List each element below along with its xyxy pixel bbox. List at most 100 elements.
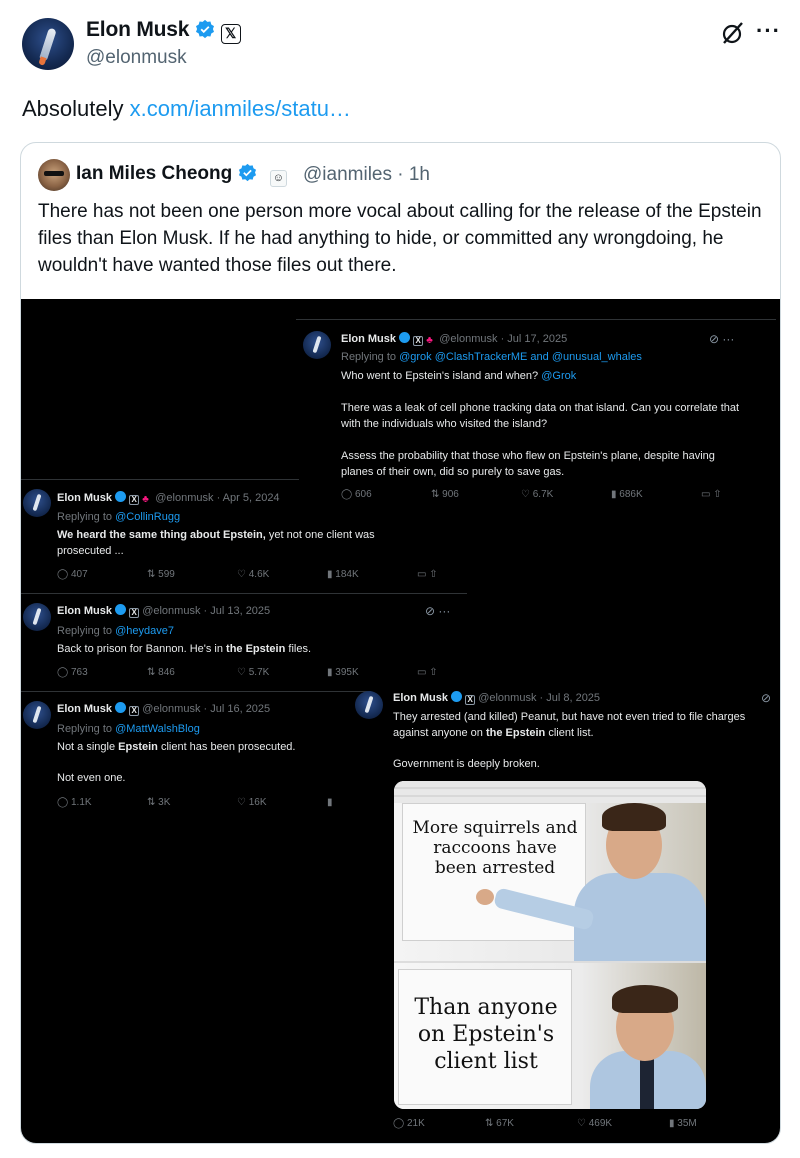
verified-badge-icon [451, 691, 463, 702]
divider [296, 319, 776, 320]
quoted-author-name[interactable]: Ian Miles Cheong [76, 163, 232, 184]
stat-reposts: 599 [158, 569, 175, 580]
quoted-handle-time[interactable]: @ianmiles · 1h [303, 164, 430, 186]
meme-panel-bottom: Than anyone on Epstein's client list [394, 963, 706, 1109]
verified-badge-icon [115, 702, 127, 713]
verified-badge-icon [399, 332, 411, 343]
whiteboard: Than anyone on Epstein's client list [398, 969, 572, 1105]
stat-views: 184K [335, 569, 359, 580]
tweet1-text: Who went to Epstein's island and when? @… [341, 368, 741, 480]
grok-badge-icon: ♣ [426, 335, 433, 346]
stat-likes: 16K [248, 797, 267, 808]
grok-icon[interactable] [720, 20, 746, 46]
tweet3-header: Elon Musk X @elonmusk · Jul 13, 2025 [57, 604, 270, 618]
verified-badge-icon [195, 19, 214, 39]
t2-bold: We heard the same thing about Epstein, [57, 529, 266, 541]
mini-avatar [23, 489, 51, 517]
tweet4-header: Elon Musk X @elonmusk · Jul 16, 2025 [57, 702, 270, 716]
tweet2-text: We heard the same thing about Epstein, y… [57, 527, 417, 559]
t1-para2: There was a leak of cell phone tracking … [341, 402, 740, 430]
x-badge-icon: X [129, 495, 140, 505]
tweet2-header: Elon Musk X ♣ @elonmusk · Apr 5, 2024 [57, 491, 280, 505]
tweet3-text: Back to prison for Bannon. He's in the E… [57, 641, 417, 657]
shirt [574, 873, 706, 961]
grok-badge-icon: ♣ [142, 494, 149, 505]
stat-reposts: 906 [442, 489, 459, 500]
tweet5-grok-icon: ⊘ [761, 691, 772, 705]
stat-likes: 5.7K [248, 667, 270, 678]
mini-avatar [23, 603, 51, 631]
mini-avatar [303, 331, 331, 359]
tweet3-reply-to: @heydave7 [115, 625, 174, 637]
tweet2-meta: @elonmusk · Apr 5, 2024 [155, 492, 280, 504]
t4-d: Not even one. [57, 772, 126, 784]
tweet5-text: They arrested (and killed) Peanut, but h… [393, 709, 780, 772]
reply-prefix: Replying to [57, 511, 116, 523]
stat-views: 686K [619, 489, 643, 500]
verified-badge-icon [238, 163, 256, 182]
more-options-icon[interactable]: ··· [756, 18, 781, 44]
stat-reposts: 67K [496, 1118, 514, 1129]
t3-b: the Epstein [226, 643, 286, 655]
t1-line1: Who went to Epstein's island and when? [341, 370, 542, 382]
reply-prefix: Replying to [57, 625, 116, 637]
author-name[interactable]: Elon Musk [86, 18, 189, 41]
hair [602, 803, 666, 831]
tweet3-more-icons: ⊘ ··· [425, 604, 451, 618]
tweet1-reply-to: @grok @ClashTrackerME and @unusual_whale… [399, 351, 642, 363]
x-badge-icon: X [465, 695, 476, 705]
reply-prefix: Replying to [341, 351, 400, 363]
t4-c: client has been prosecuted. [157, 741, 296, 753]
tweet4-meta: @elonmusk · Jul 16, 2025 [142, 703, 271, 715]
verified-badge-icon [115, 491, 127, 502]
x-badge-icon: X [129, 608, 140, 618]
tweet4-reply: Replying to @MattWalshBlog [57, 723, 200, 735]
quoted-author-name-row[interactable]: Ian Miles Cheong ☺ [76, 163, 287, 187]
divider [21, 593, 467, 594]
quoted-author-avatar[interactable] [38, 159, 70, 191]
quoted-link[interactable]: x.com/ianmiles/statu… [130, 96, 351, 121]
t5-d: Government is deeply broken. [393, 758, 540, 770]
tweet1-more-icons: ⊘ ··· [709, 332, 735, 346]
stat-replies: 21K [406, 1118, 425, 1129]
reply-prefix: Replying to [57, 723, 116, 735]
mini-avatar [23, 701, 51, 729]
mini-avatar [355, 691, 383, 719]
meme-image: More squirrels and raccoons have been ar… [394, 781, 706, 1109]
stat-replies: 407 [70, 569, 88, 580]
tweet2-reply: Replying to @CollinRugg [57, 511, 180, 523]
stat-reposts: 3K [158, 797, 171, 808]
t5-c: client list. [545, 727, 594, 739]
affiliate-badge-icon: ☺ [269, 170, 287, 187]
tweet1-stats: ◯ 606 ⇅ 906 ♡ 6.7K ▮ 686K ▭ ⇧ [341, 489, 722, 500]
stat-likes: 469K [588, 1118, 613, 1129]
t1-grok-mention: @Grok [541, 370, 577, 382]
stat-views: 35M [677, 1118, 697, 1129]
author-avatar[interactable] [22, 18, 74, 70]
stat-replies: 1.1K [70, 797, 92, 808]
tweet3-reply: Replying to @heydave7 [57, 625, 174, 637]
tweet5-header: Elon Musk X @elonmusk · Jul 8, 2025 [393, 691, 600, 705]
quoted-post-card[interactable]: Ian Miles Cheong ☺ @ianmiles · 1h There … [20, 142, 781, 1144]
tweet4-name: Elon Musk [57, 703, 113, 715]
tweet3-name: Elon Musk [57, 605, 113, 617]
tweet1-header: Elon Musk X ♣ @elonmusk · Jul 17, 2025 [341, 332, 567, 346]
quoted-screenshot-image[interactable]: Elon Musk X ♣ @elonmusk · Jul 17, 2025 ⊘… [21, 299, 780, 1143]
tweet1-reply: Replying to @grok @ClashTrackerME and @u… [341, 351, 642, 363]
x-affiliate-icon: 𝕏 [220, 24, 241, 44]
stat-reposts: 846 [158, 667, 175, 678]
tweet5-name: Elon Musk [393, 692, 449, 704]
t3-c: files. [285, 643, 312, 655]
tweet4-stats: ◯ 1.1K ⇅ 3K ♡ 16K ▮ [57, 797, 333, 808]
tweet2-name: Elon Musk [57, 492, 113, 504]
meme-top-text: More squirrels and raccoons have been ar… [412, 818, 578, 878]
stat-likes: 4.6K [248, 569, 270, 580]
t1-para3: Assess the probability that those who fl… [341, 450, 715, 478]
author-handle[interactable]: @elonmusk [86, 47, 187, 69]
t4-a: Not a single [57, 741, 119, 753]
author-name-row[interactable]: Elon Musk 𝕏 [86, 18, 241, 44]
tweet4-text: Not a single Epstein client has been pro… [57, 739, 357, 786]
post-text: Absolutely x.com/ianmiles/statu… [22, 96, 351, 122]
stat-views: 395K [335, 667, 359, 678]
tweet5-meta: @elonmusk · Jul 8, 2025 [478, 692, 601, 704]
